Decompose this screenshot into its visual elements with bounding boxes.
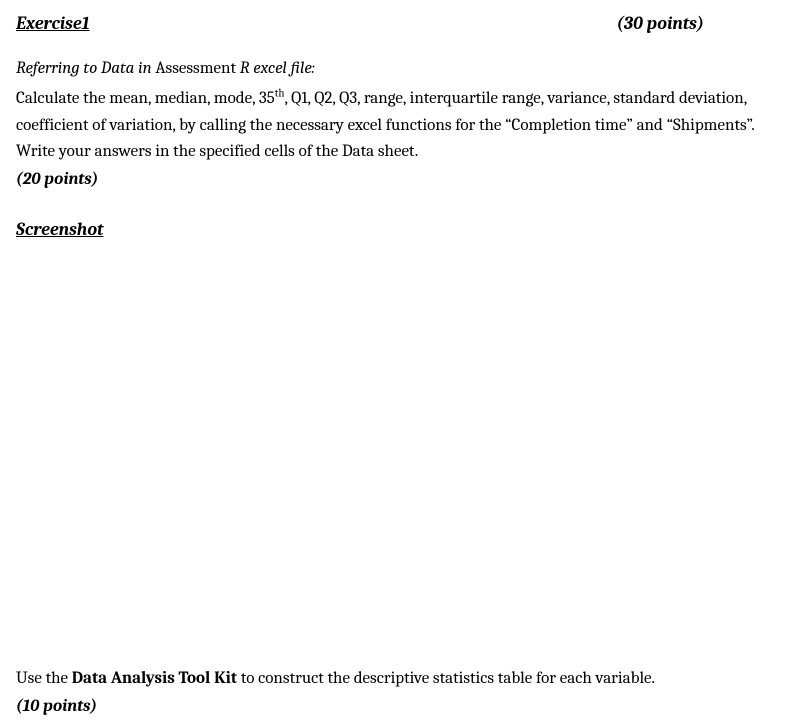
ordinal-superscript: th (275, 87, 285, 100)
part2-paragraph: Use the Data Analysis Tool Kit to constr… (16, 666, 784, 692)
instructions-paragraph: Calculate the mean, median, mode, 35th, … (16, 86, 784, 165)
intro-prefix: Referring to Data in (16, 59, 155, 78)
exercise-header: Exercise1 (30 points) (16, 10, 784, 38)
instructions-pre: Calculate the mean, median, mode, 35 (16, 89, 275, 108)
part2-pre: Use the (16, 669, 72, 688)
data-analysis-toolkit-label: Data Analysis Tool Kit (72, 669, 237, 688)
screenshot-heading: Screenshot (16, 216, 784, 244)
exercise-title: Exercise1 (16, 10, 90, 38)
intro-suffix: R excel file: (240, 59, 315, 78)
screenshot-placeholder (16, 250, 784, 666)
intro-mid: Assessment (155, 59, 239, 78)
part2-points: (10 points) (16, 694, 784, 720)
part2-post: to construct the descriptive statistics … (237, 669, 655, 688)
part1-points: (20 points) (16, 167, 784, 193)
intro-line: Referring to Data in Assessment R excel … (16, 56, 784, 82)
total-points: (30 points) (617, 10, 704, 38)
